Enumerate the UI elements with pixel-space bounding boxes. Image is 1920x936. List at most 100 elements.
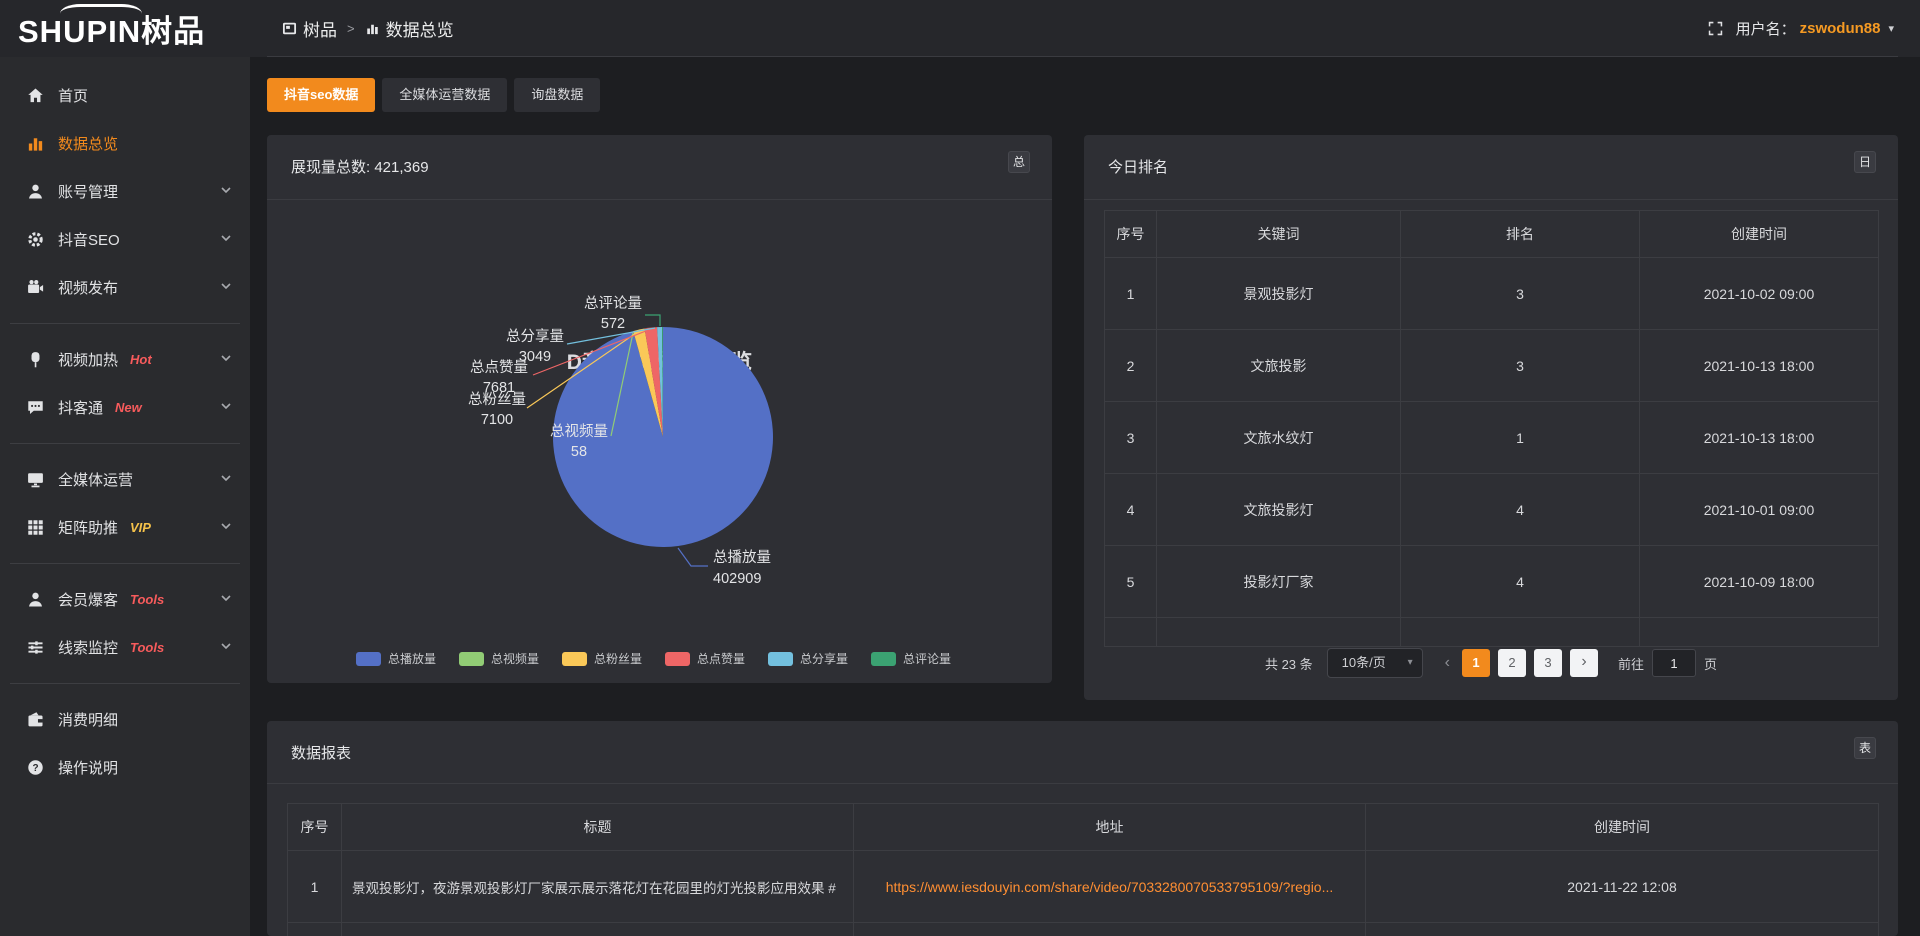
report-cell-index: 1 <box>288 851 342 923</box>
tab-douyin-seo-data[interactable]: 抖音seo数据 <box>267 78 375 112</box>
sidebar-item-video-publish[interactable]: 视频发布 <box>0 263 250 311</box>
grid-icon <box>26 518 45 537</box>
table-row: 3文旅水纹灯12021-10-13 18:00 <box>1105 402 1879 474</box>
monitor-icon <box>26 470 45 489</box>
logo-arc <box>60 4 142 23</box>
sidebar-item-tag: Tools <box>130 592 164 607</box>
legend-label: 总分享量 <box>800 650 848 667</box>
ranking-cell: 景观投影灯 <box>1157 258 1401 330</box>
tab-inquiry-data[interactable]: 询盘数据 <box>514 78 600 112</box>
ranking-cell: 3 <box>1105 402 1157 474</box>
next-page-button[interactable]: › <box>1570 649 1598 677</box>
gear-icon <box>26 230 45 249</box>
sidebar-item-consumption-detail[interactable]: 消费明细 <box>0 695 250 743</box>
column-header: 创建时间 <box>1366 804 1879 851</box>
tab-media-operation-data[interactable]: 全媒体运营数据 <box>382 78 507 112</box>
overview-badge-button[interactable]: 总 <box>1008 151 1030 173</box>
sidebar-item-label: 数据总览 <box>58 133 118 154</box>
report-cell-title: 景观投影灯，夜游景观投影灯厂家展示展示落花灯在花园里的灯光投影应用效果 # <box>342 851 854 923</box>
sidebar-item-home[interactable]: 首页 <box>0 71 250 119</box>
wallet-icon <box>26 710 45 729</box>
page-button-1[interactable]: 1 <box>1462 649 1490 677</box>
sidebar-item-tag: VIP <box>130 520 151 535</box>
table-row: 2文旅投影32021-10-13 18:00 <box>1105 330 1879 402</box>
legend-item-1[interactable]: 总视频量 <box>459 650 539 667</box>
pie-slice-3 <box>645 327 663 437</box>
goto-page-input[interactable] <box>1652 649 1696 677</box>
column-header: 排名 <box>1401 211 1640 258</box>
sidebar-divider <box>0 551 250 575</box>
sidebar-item-account-manage[interactable]: 账号管理 <box>0 167 250 215</box>
report-link[interactable]: https://www.iesdouyin.com/share/video/70… <box>854 851 1366 923</box>
pie-label: 7681 <box>483 380 515 396</box>
chevron-down-icon <box>220 352 232 364</box>
prev-page-button[interactable]: ‹ <box>1445 654 1450 672</box>
username-value[interactable]: zswodun88 <box>1800 20 1881 37</box>
pie-slice-5 <box>662 327 663 437</box>
table-row: 5投影灯厂家42021-10-09 18:00 <box>1105 546 1879 618</box>
page-size-select[interactable]: 10条/页 ▾ <box>1327 648 1423 678</box>
table-row-clipped <box>288 923 1879 936</box>
pie-label: 572 <box>601 316 625 332</box>
legend-item-5[interactable]: 总评论量 <box>871 650 951 667</box>
legend-item-4[interactable]: 总分享量 <box>768 650 848 667</box>
help-icon: ? <box>26 758 45 777</box>
sidebar-item-instructions[interactable]: ? 操作说明 <box>0 743 250 791</box>
sidebar-divider <box>0 431 250 455</box>
goto-label: 前往 <box>1618 654 1644 673</box>
sidebar-item-label: 账号管理 <box>58 181 118 202</box>
sidebar-item-video-heat[interactable]: 视频加热Hot <box>0 335 250 383</box>
ranking-cell: 文旅投影 <box>1157 330 1401 402</box>
home-icon <box>26 86 45 105</box>
divider <box>267 783 1898 784</box>
page-button-3[interactable]: 3 <box>1534 649 1562 677</box>
breadcrumb-item-data-overview[interactable]: 数据总览 <box>365 16 454 41</box>
sidebar-item-douyin-seo[interactable]: 抖音SEO <box>0 215 250 263</box>
legend-item-2[interactable]: 总粉丝量 <box>562 650 642 667</box>
sidebar-item-douketong[interactable]: 抖客通New <box>0 383 250 431</box>
pie-label-leader <box>678 548 708 566</box>
pie-slice-2 <box>633 329 663 437</box>
table-row: 1景观投影灯，夜游景观投影灯厂家展示展示落花灯在花园里的灯光投影应用效果 #ht… <box>288 851 1879 923</box>
ranking-cell: 1 <box>1401 402 1640 474</box>
sidebar-item-label: 抖客通 <box>58 397 103 418</box>
sidebar-divider <box>0 671 250 695</box>
pie-label: 总视频量 <box>550 423 608 440</box>
ranking-cell: 2021-10-02 09:00 <box>1640 258 1879 330</box>
sidebar-item-clue-monitor[interactable]: 线索监控Tools <box>0 623 250 671</box>
ranking-cell: 5 <box>1105 546 1157 618</box>
sidebar-item-label: 线索监控 <box>58 637 118 658</box>
sidebar-item-member-baoke[interactable]: 会员爆客Tools <box>0 575 250 623</box>
ranking-cell: 2021-10-09 18:00 <box>1640 546 1879 618</box>
sidebar-item-label: 操作说明 <box>58 757 118 778</box>
sidebar-item-matrix-boost[interactable]: 矩阵助推 VIP <box>0 503 250 551</box>
legend-item-0[interactable]: 总播放量 <box>356 650 436 667</box>
legend-label: 总视频量 <box>491 650 539 667</box>
report-badge-button[interactable]: 表 <box>1854 737 1876 759</box>
sidebar-item-label: 视频发布 <box>58 277 118 298</box>
pie-label: 7100 <box>481 412 513 428</box>
sidebar-item-label: 首页 <box>58 85 88 106</box>
page-button-2[interactable]: 2 <box>1498 649 1526 677</box>
breadcrumb-item-shupin[interactable]: 树品 <box>282 16 337 41</box>
chevron-down-icon <box>220 184 232 196</box>
column-header: 序号 <box>1105 211 1157 258</box>
username-label: 用户名： <box>1736 18 1796 39</box>
sidebar-item-label: 矩阵助推 <box>58 517 118 538</box>
ranking-cell: 4 <box>1105 474 1157 546</box>
sidebar-item-data-overview[interactable]: 数据总览 <box>0 119 250 167</box>
chart-title: D音SEO数据量总览 <box>267 346 1052 376</box>
report-panel: 数据报表 表 序号标题地址创建时间 1景观投影灯，夜游景观投影灯厂家展示展示落花… <box>267 721 1898 936</box>
pie-label: 总粉丝量 <box>468 391 526 408</box>
app-logo: SHUPIN树品 <box>18 0 205 57</box>
pie-label: 58 <box>571 444 587 460</box>
sidebar-item-media-operation[interactable]: 全媒体运营 <box>0 455 250 503</box>
report-table: 序号标题地址创建时间 1景观投影灯，夜游景观投影灯厂家展示展示落花灯在花园里的灯… <box>287 803 1879 936</box>
data-source-tabs: 抖音seo数据全媒体运营数据询盘数据 <box>267 78 600 112</box>
fullscreen-icon[interactable] <box>1707 20 1724 37</box>
user-icon <box>26 182 45 201</box>
ranking-badge-button[interactable]: 日 <box>1854 151 1876 173</box>
ranking-cell: 4 <box>1401 546 1640 618</box>
legend-item-3[interactable]: 总点赞量 <box>665 650 745 667</box>
bar-chart-icon <box>365 21 380 36</box>
